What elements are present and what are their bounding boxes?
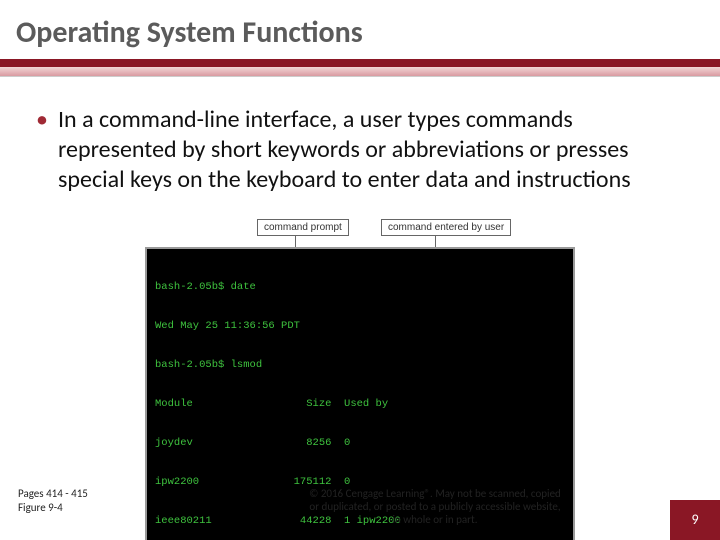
copyright-line: in whole or in part. — [190, 513, 680, 526]
copyright-line: or duplicated, or posted to a publicly a… — [190, 500, 680, 513]
terminal-line: Module Size Used by — [155, 398, 565, 411]
pointer-line — [295, 235, 296, 247]
terminal-line: joydev 8256 0 — [155, 437, 565, 450]
footer-figure-ref: Figure 9-4 — [18, 501, 150, 515]
accent-bar-light — [0, 67, 720, 77]
bullet-item: • In a command-line interface, a user ty… — [36, 105, 684, 195]
footer-pages: Pages 414 - 415 — [18, 487, 150, 501]
terminal-line: Wed May 25 11:36:56 PDT — [155, 320, 565, 333]
footer-left: Pages 414 - 415 Figure 9-4 — [0, 487, 150, 526]
slide-title: Operating System Functions — [0, 0, 720, 59]
terminal-line: bash-2.05b$ lsmod — [155, 359, 565, 372]
callout-command-prompt-top: command prompt — [257, 219, 349, 236]
slide-body: • In a command-line interface, a user ty… — [0, 77, 720, 540]
accent-bar-dark — [0, 59, 720, 67]
footer-copyright: © 2016 Cengage Learning®. May not be sca… — [150, 487, 720, 526]
slide-footer: Pages 414 - 415 Figure 9-4 © 2016 Cengag… — [0, 487, 720, 526]
callout-command-entered: command entered by user — [381, 219, 511, 236]
bullet-text: In a command-line interface, a user type… — [58, 105, 684, 195]
terminal-line: bash-2.05b$ date — [155, 281, 565, 294]
callouts-top: command prompt command entered by user — [145, 211, 575, 247]
copyright-line: © 2016 Cengage Learning®. May not be sca… — [190, 487, 680, 500]
bullet-marker: • — [36, 105, 58, 195]
pointer-line — [435, 235, 436, 247]
slide-number-badge: 9 — [670, 500, 720, 540]
